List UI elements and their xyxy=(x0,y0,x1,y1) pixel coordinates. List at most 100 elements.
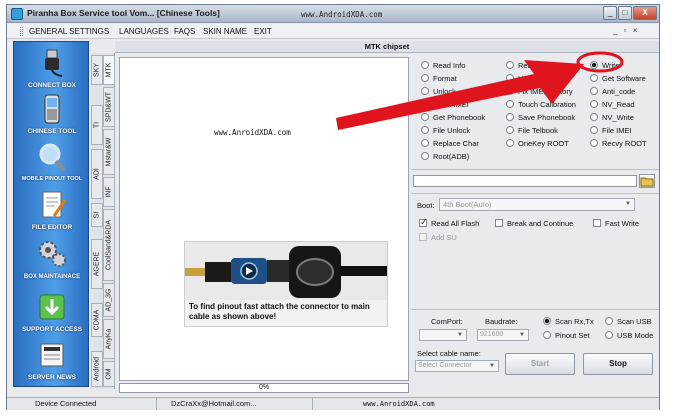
stop-button[interactable]: Stop xyxy=(583,353,653,375)
tab-sky[interactable]: SKY xyxy=(91,55,103,85)
op-label: Write xyxy=(602,61,620,70)
tab-mstar[interactable]: Mstar&W xyxy=(103,129,115,175)
tab-anyka[interactable]: AnyKa xyxy=(103,319,115,359)
pinout-set-radio[interactable]: Pinout Set xyxy=(543,331,590,340)
sidebar-label: CONNECT BOX xyxy=(27,82,77,89)
baudrate-label: Baudrate: xyxy=(485,317,518,326)
minimize-button[interactable]: _ xyxy=(603,6,617,20)
browse-button[interactable] xyxy=(639,174,655,188)
menu-grip-icon xyxy=(20,27,23,36)
op-save-phonebook[interactable]: Save Phonebook xyxy=(506,113,575,122)
op-format[interactable]: Format xyxy=(421,74,457,83)
checkbox-label: Fast Write xyxy=(605,219,640,228)
op-fix-imei-factory[interactable]: Fix IMEI Factory xyxy=(506,87,573,96)
op-label: Replace Char xyxy=(433,139,479,148)
op-anti-code[interactable]: Anti_code xyxy=(590,87,635,96)
tab-inf[interactable]: INF xyxy=(103,177,115,207)
op-label: OneKey ROOT xyxy=(518,139,569,148)
op-touch-calibration[interactable]: Touch Calibration xyxy=(506,100,576,109)
tab-label: Mstar&W xyxy=(105,137,113,167)
op-unlock[interactable]: Unlock xyxy=(421,87,456,96)
log-panel[interactable]: www.AnroidXDA.com To find pinout fast at… xyxy=(119,57,409,381)
op-file-unlock[interactable]: File Unlock xyxy=(421,126,470,135)
log-watermark: www.AnroidXDA.com xyxy=(214,128,291,137)
menu-general-settings[interactable]: GENERAL SETTINGS xyxy=(29,27,109,36)
menu-exit[interactable]: EXIT xyxy=(254,27,272,36)
cable-select[interactable]: Select Connector ▼ xyxy=(415,360,499,372)
op-get-phonebook[interactable]: Get Phonebook xyxy=(421,113,485,122)
tab-label: TI xyxy=(93,121,101,129)
op-write[interactable]: Write xyxy=(590,61,619,70)
op-label: Recvy ROOT xyxy=(602,139,647,148)
read-all-flash-checkbox[interactable]: Read All Flash xyxy=(419,217,480,228)
tab-adi[interactable]: ADI xyxy=(91,149,103,199)
tab-agere[interactable]: AGERE xyxy=(91,239,103,289)
news-icon xyxy=(40,343,64,367)
tab-mtk[interactable]: MTK xyxy=(103,55,115,85)
comport-label: ComPort: xyxy=(431,317,463,326)
break-continue-checkbox[interactable]: Break and Continue xyxy=(495,219,573,228)
title-bar[interactable]: Piranha Box Service tool Vom... [Chinese… xyxy=(7,5,659,23)
op-file-telbook[interactable]: File Telbook xyxy=(506,126,558,135)
tab-label: OM xyxy=(105,368,113,380)
cable-value: Select Connector xyxy=(418,362,472,369)
op-root-adb[interactable]: Root(ADB) xyxy=(421,152,469,161)
radio-label: Pinout Set xyxy=(555,331,590,340)
menu-skin-name[interactable]: SKIN NAME xyxy=(203,27,247,36)
sidebar-label: BOX MAINTAINACE xyxy=(23,274,81,280)
divider xyxy=(411,169,659,170)
status-site: www.AnroidXDA.com xyxy=(363,400,435,408)
menu-faqs[interactable]: FAQS xyxy=(174,27,195,36)
usb-mode-radio[interactable]: USB Mode xyxy=(605,331,653,340)
tab-om[interactable]: OM xyxy=(103,361,115,387)
fast-write-checkbox[interactable]: Fast Write xyxy=(593,219,639,228)
tab-cdma[interactable]: CDMA xyxy=(91,303,103,337)
op-label: Unlock xyxy=(518,74,541,83)
radio-label: USB Mode xyxy=(617,331,654,340)
op-flash-imei[interactable]: Flash IMEI xyxy=(421,100,469,109)
op-onekey-root[interactable]: OneKey ROOT xyxy=(506,139,569,148)
chevron-down-icon: ▼ xyxy=(457,332,463,338)
tab-label: ADI xyxy=(93,168,101,180)
tab-ad-3g[interactable]: AD_3G xyxy=(103,283,115,317)
menu-languages[interactable]: LANGUAGES xyxy=(119,27,169,36)
boot-label: Boot: xyxy=(417,201,435,210)
op-label: Flash IMEI xyxy=(433,100,469,109)
tab-label: CoolSand&RDA xyxy=(105,219,113,271)
comport-select[interactable]: ▼ xyxy=(419,329,467,341)
phone-icon xyxy=(44,94,60,124)
sidebar-label: FILE EDITOR xyxy=(31,224,73,231)
op-file-imei[interactable]: File IMEI xyxy=(590,126,632,135)
op-read-info[interactable]: Read Info xyxy=(421,61,466,70)
file-path-input[interactable] xyxy=(413,175,637,187)
close-button[interactable]: X xyxy=(633,6,657,20)
start-button[interactable]: Start xyxy=(505,353,575,375)
tab-ti[interactable]: TI xyxy=(91,105,103,145)
tab-android[interactable]: Android xyxy=(91,351,103,387)
tab-spd-wt[interactable]: SPD&WT xyxy=(103,87,115,127)
mdi-window-controls[interactable]: _ ▫ × xyxy=(613,26,639,35)
op-recvy-root[interactable]: Recvy ROOT xyxy=(590,139,647,148)
checkbox-label: Read All Flash xyxy=(431,219,480,228)
op-read[interactable]: Read xyxy=(506,61,536,70)
maximize-button[interactable]: □ xyxy=(618,6,632,20)
scan-rxtx-radio[interactable]: Scan Rx,Tx xyxy=(543,317,594,326)
sidebar-label: CHINESE TOOL xyxy=(27,128,77,135)
op-unlock-2[interactable]: Unlock xyxy=(506,74,541,83)
op-label: Read Info xyxy=(433,61,466,70)
op-nv-write[interactable]: NV_Write xyxy=(590,113,634,122)
op-get-software[interactable]: Get Software xyxy=(590,74,646,83)
op-label: NV_Read xyxy=(602,100,635,109)
operations-panel: Read Info Format Unlock Flash IMEI Get P… xyxy=(411,53,659,393)
scan-usb-radio[interactable]: Scan USB xyxy=(605,317,652,326)
op-label: File Unlock xyxy=(433,126,471,135)
baudrate-select[interactable]: 921600 ▼ xyxy=(477,329,529,341)
boot-select[interactable]: 4th Boot(Auto) ▼ xyxy=(439,198,635,211)
op-nv-read[interactable]: NV_Read xyxy=(590,100,635,109)
tab-si[interactable]: SI xyxy=(91,203,103,227)
op-replace-char[interactable]: Replace Char xyxy=(421,139,479,148)
sidebar: CONNECT BOX CHINESE TOOL MOBILE PINOUT T… xyxy=(13,41,89,387)
sidebar-label: MOBILE PINOUT TOOL xyxy=(21,176,83,182)
tab-coolsand-rda[interactable]: CoolSand&RDA xyxy=(103,209,115,281)
status-email: DzCraXx@Hotmail.com... xyxy=(157,398,313,410)
